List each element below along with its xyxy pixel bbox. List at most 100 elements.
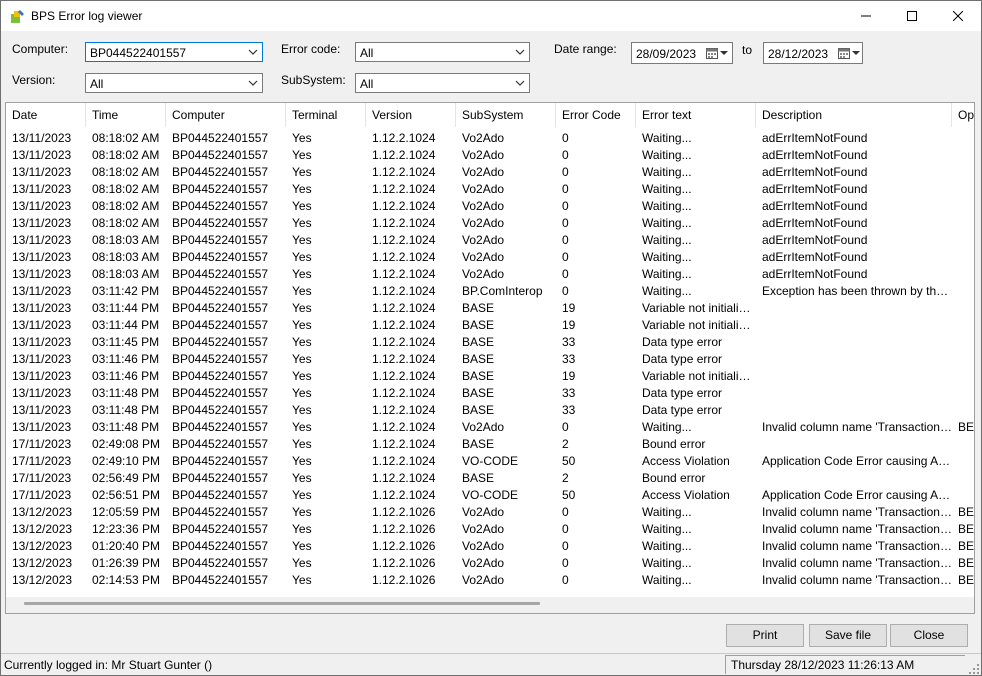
cell-time: 08:18:02 AM (92, 131, 160, 145)
close-button[interactable]: Close (890, 624, 968, 647)
cell-error-text: Variable not initialized (642, 369, 756, 383)
close-window-button[interactable] (935, 1, 981, 31)
cell-op (952, 300, 974, 317)
maximize-button[interactable] (889, 1, 935, 31)
table-row[interactable]: 13/11/2023 08:18:02 AM BP044522401557 Yes 1.… (6, 164, 974, 181)
cell-version: 1.12.2.1024 (372, 420, 436, 434)
table-row[interactable]: 13/11/2023 03:11:48 PM BP044522401557 Yes 1.… (6, 419, 974, 436)
table-row[interactable]: 13/11/2023 03:11:44 PM BP044522401557 Yes 1.… (6, 317, 974, 334)
cell-error-text: Waiting... (642, 573, 692, 587)
table-row[interactable]: 13/11/2023 03:11:46 PM BP044522401557 Yes 1.… (6, 351, 974, 368)
column-header-description[interactable]: Description (756, 103, 952, 127)
cell-subsystem: BASE (462, 403, 495, 417)
size-grip-icon[interactable] (969, 664, 979, 674)
cell-version: 1.12.2.1024 (372, 216, 436, 230)
cell-time: 08:18:02 AM (92, 182, 160, 196)
window-title: BPS Error log viewer (31, 9, 143, 23)
table-row[interactable]: 13/11/2023 08:18:02 AM BP044522401557 Yes 1.… (6, 198, 974, 215)
cell-computer: BP044522401557 (172, 471, 269, 485)
column-header-date[interactable]: Date (6, 103, 86, 127)
date-from-picker[interactable]: 28/09/2023 (631, 42, 733, 64)
version-combo[interactable]: All (85, 73, 263, 93)
date-to-picker[interactable]: 28/12/2023 (763, 42, 863, 64)
column-header-error-code[interactable]: Error Code (556, 103, 636, 127)
table-row[interactable]: 13/12/2023 12:23:36 PM BP044522401557 Yes 1.… (6, 521, 974, 538)
table-row[interactable]: 13/11/2023 08:18:02 AM BP044522401557 Yes 1.… (6, 215, 974, 232)
table-row[interactable]: 13/12/2023 02:14:53 PM BP044522401557 Yes 1.… (6, 572, 974, 589)
column-header-subsystem[interactable]: SubSystem (456, 103, 556, 127)
cell-terminal: Yes (292, 352, 312, 366)
table-row[interactable]: 13/11/2023 03:11:45 PM BP044522401557 Yes 1.… (6, 334, 974, 351)
save-file-button[interactable]: Save file (809, 624, 887, 647)
cell-error-text: Bound error (642, 471, 706, 485)
table-row[interactable]: 17/11/2023 02:49:08 PM BP044522401557 Yes 1.… (6, 436, 974, 453)
cell-computer: BP044522401557 (172, 148, 269, 162)
table-row[interactable]: 13/11/2023 03:11:46 PM BP044522401557 Yes 1.… (6, 368, 974, 385)
table-row[interactable]: 13/11/2023 08:18:03 AM BP044522401557 Yes 1.… (6, 249, 974, 266)
app-logo-icon (11, 10, 24, 23)
cell-description (756, 300, 952, 317)
cell-time: 02:56:49 PM (92, 471, 161, 485)
cell-error-text: Waiting... (642, 148, 692, 162)
cell-error-code: 0 (562, 267, 569, 281)
table-row[interactable]: 17/11/2023 02:56:49 PM BP044522401557 Yes 1.… (6, 470, 974, 487)
cell-op (952, 130, 974, 147)
chevron-down-icon (852, 51, 860, 55)
subsystem-combo[interactable]: All (355, 73, 530, 93)
table-row[interactable]: 13/11/2023 03:11:42 PM BP044522401557 Yes 1.… (6, 283, 974, 300)
table-row[interactable]: 13/11/2023 03:11:48 PM BP044522401557 Yes 1.… (6, 402, 974, 419)
column-header-terminal[interactable]: Terminal (286, 103, 366, 127)
cell-description (756, 368, 952, 385)
error-log-table[interactable]: Date Time Computer Terminal Version SubSystem… (5, 102, 975, 614)
table-row[interactable]: 13/11/2023 08:18:03 AM BP044522401557 Yes 1.… (6, 232, 974, 249)
table-row[interactable]: 13/11/2023 08:18:02 AM BP044522401557 Yes 1.… (6, 130, 974, 147)
datetime-status: Thursday 28/12/2023 11:26:13 AM (725, 655, 965, 674)
cell-error-text: Waiting... (642, 556, 692, 570)
column-header-time[interactable]: Time (86, 103, 166, 127)
table-row[interactable]: 13/11/2023 08:18:02 AM BP044522401557 Yes 1.… (6, 181, 974, 198)
computer-combo[interactable]: BP044522401557 (85, 42, 263, 62)
cell-terminal: Yes (292, 556, 312, 570)
table-row[interactable]: 13/11/2023 03:11:44 PM BP044522401557 Yes 1.… (6, 300, 974, 317)
cell-date: 13/11/2023 (12, 267, 72, 281)
cell-error-text: Waiting... (642, 233, 692, 247)
cell-version: 1.12.2.1024 (372, 403, 436, 417)
scrollbar-thumb[interactable] (24, 602, 540, 605)
cell-terminal: Yes (292, 505, 312, 519)
title-bar[interactable]: BPS Error log viewer (1, 1, 981, 31)
cell-subsystem: Vo2Ado (462, 539, 505, 553)
cell-subsystem: Vo2Ado (462, 216, 505, 230)
table-row[interactable]: 17/11/2023 02:49:10 PM BP044522401557 Yes 1.… (6, 453, 974, 470)
column-header-version[interactable]: Version (366, 103, 456, 127)
error-code-combo[interactable]: All (355, 42, 530, 62)
cell-date: 13/11/2023 (12, 352, 72, 366)
column-header-op[interactable]: Op (952, 103, 974, 127)
table-row[interactable]: 13/11/2023 08:18:03 AM BP044522401557 Yes 1.… (6, 266, 974, 283)
cell-subsystem: Vo2Ado (462, 420, 505, 434)
column-header-computer[interactable]: Computer (166, 103, 286, 127)
table-row[interactable]: 17/11/2023 02:56:51 PM BP044522401557 Yes 1.… (6, 487, 974, 504)
cell-date: 13/11/2023 (12, 369, 72, 383)
cell-computer: BP044522401557 (172, 437, 269, 451)
cell-date: 17/11/2023 (12, 488, 72, 502)
horizontal-scrollbar[interactable] (6, 597, 974, 613)
table-row[interactable]: 13/12/2023 01:20:40 PM BP044522401557 Yes 1.… (6, 538, 974, 555)
cell-description (756, 470, 952, 487)
table-row[interactable]: 13/12/2023 12:05:59 PM BP044522401557 Yes 1.… (6, 504, 975, 521)
cell-time: 08:18:02 AM (92, 216, 160, 230)
cell-version: 1.12.2.1024 (372, 284, 436, 298)
cell-version: 1.12.2.1024 (372, 301, 436, 315)
cell-terminal: Yes (292, 165, 312, 179)
cell-error-text: Data type error (642, 352, 723, 366)
table-row[interactable]: 13/11/2023 08:18:02 AM BP044522401557 Yes 1.… (6, 147, 974, 164)
chevron-down-icon (248, 80, 258, 86)
cell-op: BE (958, 505, 975, 519)
print-button[interactable]: Print (726, 624, 804, 647)
cell-time: 08:18:03 AM (92, 267, 160, 281)
cell-time: 08:18:03 AM (92, 233, 160, 247)
cell-error-text: Waiting... (642, 539, 692, 553)
table-row[interactable]: 13/11/2023 03:11:48 PM BP044522401557 Yes 1.… (6, 385, 974, 402)
table-row[interactable]: 13/12/2023 01:26:39 PM BP044522401557 Yes 1.… (6, 555, 974, 572)
column-header-error-text[interactable]: Error text (636, 103, 756, 127)
minimize-button[interactable] (843, 1, 889, 31)
